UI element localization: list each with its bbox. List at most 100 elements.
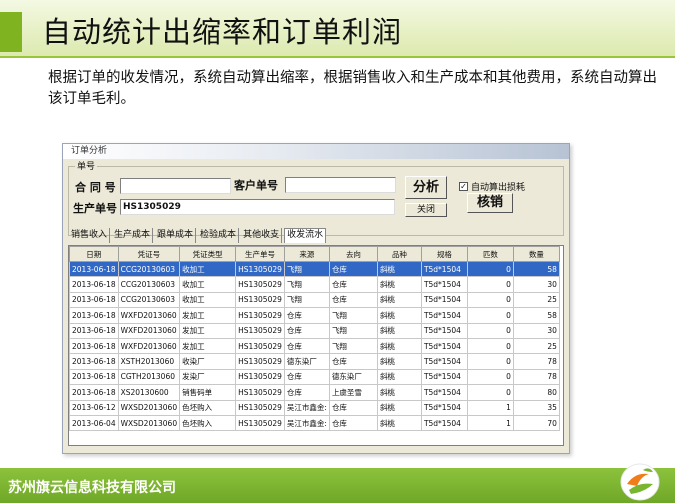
tab-followup-cost[interactable]: 跟单成本	[155, 228, 197, 243]
table-cell: 1	[466, 399, 514, 416]
table-cell: 仓库	[283, 307, 330, 324]
table-cell: 58	[512, 260, 560, 278]
table-cell: 斜桃	[376, 414, 422, 432]
column-header[interactable]: 生产单号	[235, 246, 285, 262]
column-header[interactable]: 品种	[376, 246, 422, 262]
tab-production-cost[interactable]: 生产成本	[112, 228, 154, 243]
table-cell: 2013-06-18	[69, 260, 119, 278]
verify-button[interactable]: 核销	[467, 193, 513, 213]
table-row[interactable]: 2013-06-18 XSTH2013060 收染厂 HS1305029 德东染厂 仓库斜…	[69, 353, 560, 370]
table-cell: HS1305029	[235, 276, 285, 293]
table-cell: T5d*1504	[420, 368, 468, 386]
table-cell: 斜桃	[376, 276, 422, 293]
table-cell: 2013-06-18	[69, 353, 119, 370]
table-cell: CCG20130603	[117, 260, 181, 278]
table-cell: 0	[466, 260, 514, 278]
tab-inspection-cost[interactable]: 检验成本	[198, 228, 240, 243]
table-cell: 2013-06-18	[69, 322, 119, 339]
table-cell: 0	[466, 353, 514, 370]
table-cell: 仓库	[283, 337, 330, 355]
table-cell: 30	[512, 322, 560, 339]
data-grid[interactable]: 日期 凭证号 凭证类型 生产单号 来源 去向 品种 规格 匹数 数量 2013-06-18 CCG2…	[68, 245, 564, 446]
table-cell: 35	[512, 399, 560, 416]
table-cell: 30	[512, 276, 560, 293]
table-cell: 发加工	[179, 307, 237, 324]
checkbox-check-icon[interactable]: ✓	[459, 182, 468, 191]
contract-input[interactable]	[120, 178, 231, 194]
auto-calc-checkbox[interactable]: ✓ 自动算出损耗	[459, 180, 525, 193]
table-cell: WXFD2013060	[117, 322, 181, 339]
tab-sales-income[interactable]: 销售收入	[69, 228, 111, 243]
table-cell: 仓库	[328, 414, 378, 432]
table-cell: WXFD2013060	[117, 337, 181, 355]
table-row[interactable]: 2013-06-12 WXSD2013060 色坯购入 HS1305029 吴江市鑫金:…	[69, 399, 560, 416]
close-button[interactable]: 关闭	[405, 203, 447, 217]
table-cell: 发加工	[179, 337, 237, 355]
table-cell: 收加工	[179, 276, 237, 293]
table-row[interactable]: 2013-06-04 WXSD2013060 色坯购入 HS1305029 吴江市鑫金:…	[69, 414, 560, 432]
table-cell: 上虞圣雪	[328, 384, 378, 401]
column-header[interactable]: 数量	[512, 246, 560, 262]
table-cell: WXSD2013060	[117, 414, 181, 432]
title-underline	[0, 56, 675, 58]
table-cell: HS1305029	[235, 399, 285, 416]
tab-transactions[interactable]: 收发流水	[284, 228, 327, 243]
table-cell: 78	[512, 353, 560, 370]
table-cell: 70	[512, 414, 560, 432]
table-cell: 收加工	[179, 291, 237, 309]
column-header[interactable]: 去向	[328, 246, 378, 262]
column-header[interactable]: 规格	[420, 246, 468, 262]
column-header[interactable]: 匹数	[466, 246, 514, 262]
table-row[interactable]: 2013-06-18 CCG20130603 收加工 HS1305029 飞翔 仓库 斜桃 T…	[69, 276, 560, 293]
table-cell: 色坯购入	[179, 414, 237, 432]
table-cell: 0	[466, 307, 514, 324]
table-row[interactable]: 2013-06-18 CCG20130603 收加工 HS1305029 飞翔 仓库 斜桃 T…	[69, 260, 560, 278]
column-header[interactable]: 凭证类型	[179, 246, 237, 262]
table-cell: 2013-06-18	[69, 337, 119, 355]
table-cell: CGTH2013060	[117, 368, 181, 386]
table-row[interactable]: 2013-06-18 WXFD2013060 发加工 HS1305029 仓库 飞翔 斜桃 T…	[69, 322, 560, 339]
column-header[interactable]: 凭证号	[117, 246, 181, 262]
table-cell: 0	[466, 291, 514, 309]
table-cell: 发染厂	[179, 368, 237, 386]
table-row[interactable]: 2013-06-18 CCG20130603 收加工 HS1305029 飞翔 仓库 斜桃 T…	[69, 291, 560, 309]
title-accent-bar	[0, 12, 22, 52]
customer-order-input[interactable]	[285, 177, 396, 193]
column-header[interactable]: 日期	[69, 246, 119, 262]
group-label: 单号	[75, 159, 98, 172]
table-body: 2013-06-18 CCG20130603 收加工 HS1305029 飞翔 仓库 斜桃 T…	[69, 260, 560, 432]
table-cell: CCG20130603	[117, 276, 181, 293]
table-cell: 0	[466, 368, 514, 386]
table-row[interactable]: 2013-06-18 WXFD2013060 发加工 HS1305029 仓库 飞翔 斜桃 T…	[69, 307, 560, 324]
table-row[interactable]: 2013-06-18 XS20130600 销售码单 HS1305029 仓库 上虞圣雪斜…	[69, 384, 560, 401]
company-name: 苏州旗云信息科技有限公司	[8, 480, 176, 496]
table-cell: 78	[512, 368, 560, 386]
table-cell: T5d*1504	[420, 337, 468, 355]
tab-other-income-expense[interactable]: 其他收支	[241, 228, 283, 243]
table-cell: 收染厂	[179, 353, 237, 370]
table-cell: 斜桃	[376, 260, 422, 278]
table-cell: 发加工	[179, 322, 237, 339]
table-cell: 飞翔	[328, 307, 378, 324]
table-cell: 收加工	[179, 260, 237, 278]
tab-strip: 销售收入 生产成本 跟单成本 检验成本 其他收支 收发流水	[69, 228, 328, 243]
column-header[interactable]: 来源	[283, 246, 330, 262]
table-cell: 58	[512, 307, 560, 324]
production-order-input[interactable]: HS1305029	[120, 199, 395, 215]
table-cell: 飞翔	[283, 260, 330, 278]
table-cell: 斜桃	[376, 384, 422, 401]
analyze-button[interactable]: 分析	[405, 176, 447, 199]
table-cell: 0	[466, 337, 514, 355]
table-cell: HS1305029	[235, 337, 285, 355]
table-cell: 销售码单	[179, 384, 237, 401]
table-cell: HS1305029	[235, 384, 285, 401]
table-cell: 2013-06-12	[69, 399, 119, 416]
window-title: 订单分析	[63, 144, 569, 159]
table-cell: 2013-06-18	[69, 291, 119, 309]
table-row[interactable]: 2013-06-18 WXFD2013060 发加工 HS1305029 仓库 飞翔 斜桃 T…	[69, 337, 560, 355]
table-cell: 2013-06-18	[69, 276, 119, 293]
table-cell: 仓库	[328, 260, 378, 278]
table-cell: 2013-06-18	[69, 368, 119, 386]
table-cell: 飞翔	[328, 322, 378, 339]
table-row[interactable]: 2013-06-18 CGTH2013060 发染厂 HS1305029 仓库 德东染厂斜…	[69, 368, 560, 386]
